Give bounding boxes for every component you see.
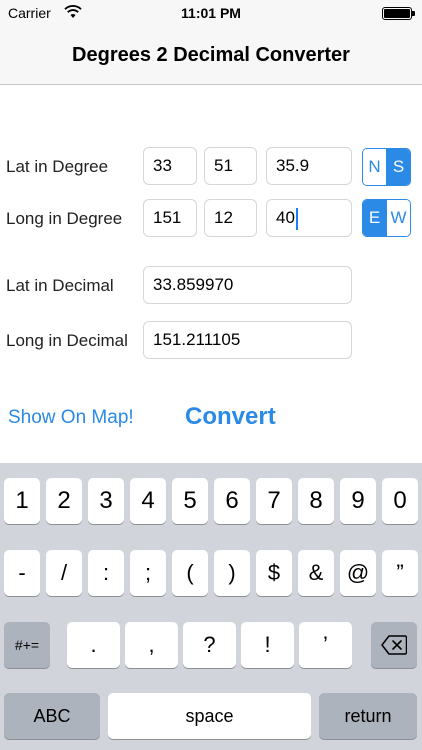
lat-hemisphere-toggle[interactable]: N S	[362, 148, 411, 186]
key-slash[interactable]: /	[46, 550, 82, 596]
battery-icon	[382, 7, 415, 20]
key-quote[interactable]: ”	[382, 550, 418, 596]
page-title: Degrees 2 Decimal Converter	[72, 44, 350, 66]
key-colon[interactable]: :	[88, 550, 124, 596]
return-key[interactable]: return	[319, 693, 417, 739]
status-time: 11:01 PM	[181, 5, 241, 21]
long-degrees-field[interactable]: 151	[143, 199, 197, 237]
key-3[interactable]: 3	[88, 478, 124, 524]
long-minutes-field[interactable]: 12	[204, 199, 257, 237]
long-seconds-field[interactable]: 40	[266, 199, 352, 237]
long-seconds-value: 40	[276, 208, 295, 227]
abc-key[interactable]: ABC	[4, 693, 100, 739]
key-period[interactable]: .	[67, 622, 120, 668]
key-open-paren[interactable]: (	[172, 550, 208, 596]
backspace-icon	[381, 635, 407, 655]
key-at[interactable]: @	[340, 550, 376, 596]
long-decimal-field[interactable]: 151.211105	[143, 321, 352, 359]
symbols-mode-key[interactable]: #+=	[4, 622, 50, 668]
key-dollar[interactable]: $	[256, 550, 292, 596]
key-close-paren[interactable]: )	[214, 550, 250, 596]
space-key[interactable]: space	[108, 693, 311, 739]
long-hemisphere-toggle[interactable]: E W	[362, 199, 411, 237]
key-4[interactable]: 4	[130, 478, 166, 524]
convert-button[interactable]: Convert	[185, 403, 276, 431]
key-hyphen[interactable]: -	[4, 550, 40, 596]
lat-degree-label: Lat in Degree	[6, 157, 109, 176]
long-degree-label: Long in Degree	[6, 209, 123, 228]
key-7[interactable]: 7	[256, 478, 292, 524]
hemisphere-n-option[interactable]: N	[363, 149, 386, 185]
delete-key[interactable]	[371, 622, 417, 668]
lat-decimal-label: Lat in Decimal	[6, 276, 114, 295]
key-5[interactable]: 5	[172, 478, 208, 524]
key-6[interactable]: 6	[214, 478, 250, 524]
key-apostrophe[interactable]: ’	[299, 622, 352, 668]
key-ampersand[interactable]: &	[298, 550, 334, 596]
long-decimal-label: Long in Decimal	[6, 331, 128, 350]
key-8[interactable]: 8	[298, 478, 334, 524]
key-0[interactable]: 0	[382, 478, 418, 524]
navigation-bar: Degrees 2 Decimal Converter	[0, 28, 422, 85]
hemisphere-e-option[interactable]: E	[363, 200, 386, 236]
hemisphere-w-option[interactable]: W	[386, 200, 410, 236]
show-on-map-button[interactable]: Show On Map!	[8, 407, 134, 429]
key-2[interactable]: 2	[46, 478, 82, 524]
status-bar: Carrier 11:01 PM	[0, 0, 422, 28]
lat-minutes-field[interactable]: 51	[204, 147, 257, 185]
key-semicolon[interactable]: ;	[130, 550, 166, 596]
key-9[interactable]: 9	[340, 478, 376, 524]
lat-decimal-field[interactable]: 33.859970	[143, 266, 352, 304]
numeric-keyboard: 1 2 3 4 5 6 7 8 9 0 - / : ; ( ) $ & @ ” …	[0, 463, 422, 750]
lat-seconds-field[interactable]: 35.9	[266, 147, 352, 185]
key-question[interactable]: ?	[183, 622, 236, 668]
key-1[interactable]: 1	[4, 478, 40, 524]
hemisphere-s-option[interactable]: S	[386, 149, 410, 185]
lat-degrees-field[interactable]: 33	[143, 147, 197, 185]
key-exclamation[interactable]: !	[241, 622, 294, 668]
key-comma[interactable]: ,	[125, 622, 178, 668]
text-cursor	[295, 207, 298, 230]
